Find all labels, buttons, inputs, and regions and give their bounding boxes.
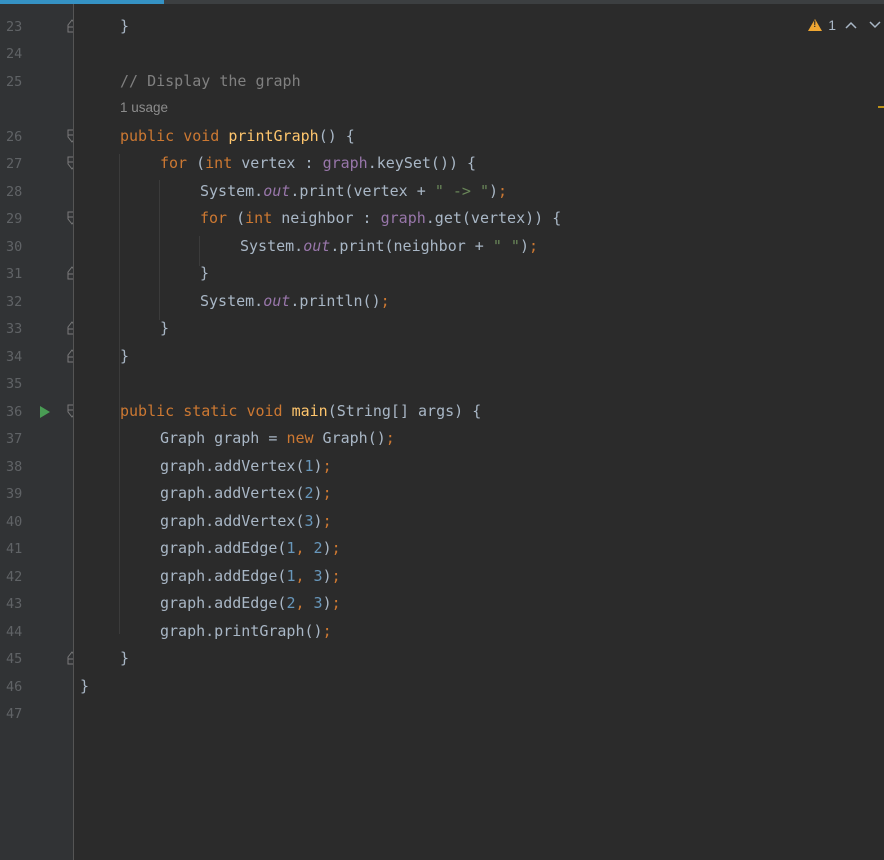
code-line: graph.addEdge(1, 3); bbox=[160, 567, 341, 585]
code-line: public void printGraph() { bbox=[120, 127, 355, 145]
line-number: 40 bbox=[6, 514, 23, 530]
line-number: 24 bbox=[6, 46, 23, 62]
line-number: 28 bbox=[6, 184, 23, 200]
code-line: for (int neighbor : graph.get(vertex)) { bbox=[200, 209, 562, 227]
code-line: // Display the graph bbox=[120, 72, 301, 90]
editor-gutter: 23 24 25 26 27 28 29 30 31 32 33 34 35 3… bbox=[0, 4, 77, 860]
indent-guide bbox=[199, 236, 200, 266]
code-line: graph.addEdge(1, 2); bbox=[160, 539, 341, 557]
code-line: } bbox=[120, 17, 130, 35]
chevron-up-icon bbox=[845, 21, 857, 29]
line-number: 36 bbox=[6, 404, 23, 420]
indent-guide bbox=[159, 180, 160, 320]
line-number: 41 bbox=[6, 541, 23, 557]
code-line: } bbox=[160, 319, 170, 337]
code-line: graph.addVertex(3); bbox=[160, 512, 332, 530]
line-number: 34 bbox=[6, 349, 23, 365]
line-number: 33 bbox=[6, 321, 23, 337]
code-line: graph.addVertex(2); bbox=[160, 484, 332, 502]
code-line: graph.addEdge(2, 3); bbox=[160, 594, 341, 612]
line-number: 31 bbox=[6, 266, 23, 282]
line-number: 26 bbox=[6, 129, 23, 145]
line-number: 45 bbox=[6, 651, 23, 667]
code-line: for (int vertex : graph.keySet()) { bbox=[160, 154, 477, 172]
run-main-icon[interactable] bbox=[40, 406, 50, 418]
line-number: 39 bbox=[6, 486, 23, 502]
usage-hint[interactable]: 1 usage bbox=[120, 100, 168, 116]
line-number: 35 bbox=[6, 376, 23, 392]
error-stripe-marker[interactable] bbox=[878, 106, 884, 108]
line-number: 23 bbox=[6, 19, 23, 35]
warning-triangle-icon bbox=[808, 19, 823, 31]
inspection-widget[interactable]: 1 bbox=[808, 14, 884, 36]
chevron-down-icon bbox=[869, 21, 881, 29]
line-number: 42 bbox=[6, 569, 23, 585]
code-line: graph.printGraph(); bbox=[160, 622, 332, 640]
line-number: 44 bbox=[6, 624, 23, 640]
code-line: } bbox=[200, 264, 210, 282]
indent-guide bbox=[119, 154, 120, 634]
code-line: } bbox=[120, 649, 130, 667]
code-editor[interactable]: } // Display the graph 1 usage public vo… bbox=[74, 4, 884, 860]
code-line: System.out.print(vertex + " -> "); bbox=[200, 182, 508, 200]
previous-highlight-button[interactable] bbox=[842, 16, 860, 34]
line-number: 32 bbox=[6, 294, 23, 310]
line-number: 38 bbox=[6, 459, 23, 475]
code-line: graph.addVertex(1); bbox=[160, 457, 332, 475]
code-line: Graph graph = new Graph(); bbox=[160, 429, 395, 447]
line-number: 37 bbox=[6, 431, 23, 447]
code-line: System.out.print(neighbor + " "); bbox=[240, 237, 539, 255]
line-number: 27 bbox=[6, 156, 23, 172]
line-number: 47 bbox=[6, 706, 23, 722]
code-line: } bbox=[80, 677, 90, 695]
line-number: 46 bbox=[6, 679, 23, 695]
line-number: 29 bbox=[6, 211, 23, 227]
line-number: 43 bbox=[6, 596, 23, 612]
code-line: public static void main(String[] args) { bbox=[120, 402, 482, 420]
line-number: 30 bbox=[6, 239, 23, 255]
code-line: } bbox=[120, 347, 130, 365]
warning-count: 1 bbox=[828, 17, 836, 33]
next-highlight-button[interactable] bbox=[866, 16, 884, 34]
code-line: System.out.println(); bbox=[200, 292, 390, 310]
line-number: 25 bbox=[6, 74, 23, 90]
